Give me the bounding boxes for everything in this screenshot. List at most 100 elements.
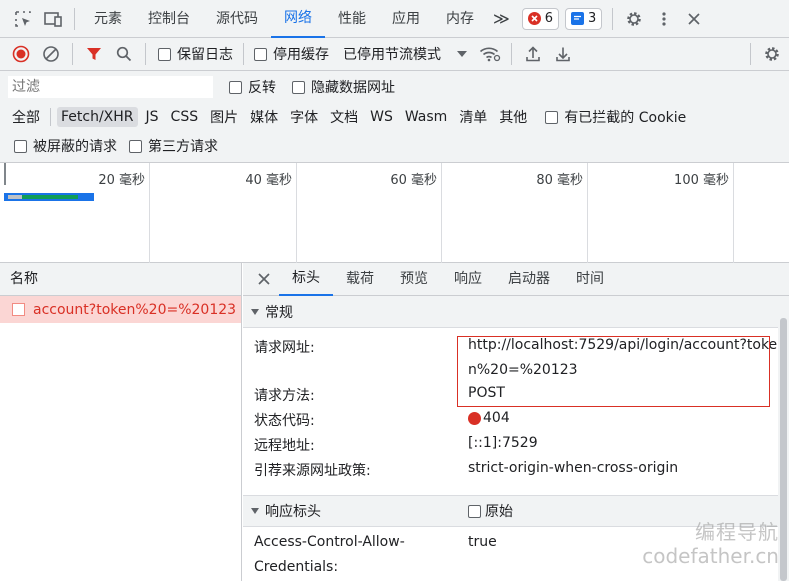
record-stop-icon[interactable] <box>6 39 36 69</box>
divider <box>74 7 75 30</box>
timeline-label: 40 毫秒 <box>245 173 292 188</box>
acac-header-label-line2: Credentials: <box>254 559 339 575</box>
watermark-domain: codefather.cn <box>642 544 779 568</box>
divider <box>243 43 244 65</box>
tab-response[interactable]: 响应 <box>441 263 495 296</box>
close-details-icon[interactable] <box>249 264 279 294</box>
type-filter-font[interactable]: 字体 <box>286 105 322 129</box>
inspect-element-icon[interactable] <box>8 4 38 34</box>
checkbox-box[interactable] <box>129 139 142 153</box>
error-count-badge[interactable]: 6 <box>521 7 560 30</box>
checkbox-box[interactable] <box>292 80 305 94</box>
checkbox-box[interactable] <box>229 80 242 94</box>
device-toolbar-icon[interactable] <box>38 4 68 34</box>
network-overview-timeline[interactable]: 20 毫秒 40 毫秒 60 毫秒 80 毫秒 100 毫秒 <box>0 163 789 263</box>
tab-payload[interactable]: 载荷 <box>333 263 387 296</box>
request-url-label: 请求网址: <box>254 340 315 356</box>
response-headers-title: 响应标头 <box>265 504 321 520</box>
status-code-row: 状态代码: 404 <box>243 410 778 434</box>
filter-input[interactable] <box>8 76 213 98</box>
status-error-dot-icon <box>468 411 481 425</box>
close-devtools-icon[interactable] <box>679 4 709 34</box>
checkbox-box[interactable] <box>158 47 171 61</box>
request-name: account?token%20=%20123 <box>33 301 237 318</box>
name-column-header[interactable]: 名称 <box>0 263 241 296</box>
general-section-header[interactable]: 常规 <box>243 296 789 328</box>
type-filter-img[interactable]: 图片 <box>206 105 242 129</box>
type-filter-js[interactable]: JS <box>142 107 163 127</box>
disable-cache-checkbox[interactable]: 停用缓存 <box>254 44 329 64</box>
third-party-checkbox[interactable]: 第三方请求 <box>129 136 218 156</box>
tab-application[interactable]: 应用 <box>379 0 433 38</box>
request-row[interactable]: account?token%20=%20123 <box>0 296 241 323</box>
settings-gear-icon[interactable] <box>619 4 649 34</box>
divider <box>145 43 146 65</box>
hide-data-urls-checkbox[interactable]: 隐藏数据网址 <box>292 77 395 97</box>
filter-row-1: 反转 隐藏数据网址 <box>0 75 789 99</box>
acac-header-label-line1: Access-Control-Allow- <box>254 534 405 550</box>
timeline-label: 80 毫秒 <box>536 173 583 188</box>
tab-initiator[interactable]: 启动器 <box>495 263 563 296</box>
tab-preview[interactable]: 预览 <box>387 263 441 296</box>
watermark-title: 编程导航 <box>695 520 779 544</box>
timeline-label: 100 毫秒 <box>674 173 729 188</box>
remote-address-row: 远程地址: [::1]:7529 <box>243 435 778 459</box>
raw-headers-checkbox[interactable]: 原始 <box>468 501 513 521</box>
tab-memory[interactable]: 内存 <box>433 0 487 38</box>
checkbox-box[interactable] <box>14 139 27 153</box>
tab-timing[interactable]: 时间 <box>563 263 617 296</box>
tab-console[interactable]: 控制台 <box>135 0 203 38</box>
checkbox-box[interactable] <box>254 47 267 61</box>
type-filter-all[interactable]: 全部 <box>8 105 44 129</box>
type-filter-wasm[interactable]: Wasm <box>401 107 451 127</box>
dropdown-arrow-icon <box>457 46 467 62</box>
remote-address-value: [::1]:7529 <box>468 435 538 451</box>
tab-headers[interactable]: 标头 <box>279 263 333 296</box>
throttling-select[interactable]: 已停用节流模式 <box>343 44 467 64</box>
type-filter-fetch-xhr[interactable]: Fetch/XHR <box>57 107 138 127</box>
status-code-value-wrap: 404 <box>468 410 510 426</box>
checkbox-box[interactable] <box>468 504 481 518</box>
timeline-label: 20 毫秒 <box>98 173 145 188</box>
message-count-badge[interactable]: 3 <box>565 7 603 30</box>
request-timing-wait-bar <box>22 195 78 199</box>
type-filter-other[interactable]: 其他 <box>495 105 531 129</box>
throttling-value: 已停用节流模式 <box>343 47 441 63</box>
more-tabs-button[interactable]: ≫ <box>487 0 516 38</box>
tab-performance[interactable]: 性能 <box>325 0 379 38</box>
tab-elements[interactable]: 元素 <box>81 0 135 38</box>
details-scrollbar[interactable] <box>778 318 789 581</box>
clear-log-icon[interactable] <box>36 39 66 69</box>
search-icon[interactable] <box>109 39 139 69</box>
timeline-column: 60 毫秒 <box>297 163 442 263</box>
type-filter-ws[interactable]: WS <box>366 107 397 127</box>
general-section-title: 常规 <box>265 304 293 321</box>
scrollbar-thumb[interactable] <box>780 318 787 581</box>
preserve-log-checkbox[interactable]: 保留日志 <box>158 44 233 64</box>
timeline-start-marker <box>4 163 6 185</box>
timeline-column: 40 毫秒 <box>150 163 297 263</box>
timeline-column: 100 毫秒 <box>588 163 734 263</box>
error-icon <box>527 12 541 25</box>
status-code-value: 404 <box>483 410 510 426</box>
tab-network[interactable]: 网络 <box>271 0 325 38</box>
tab-sources[interactable]: 源代码 <box>203 0 271 38</box>
preserve-log-label: 保留日志 <box>177 47 233 63</box>
details-tabs: 标头 载荷 预览 响应 启动器 时间 <box>243 263 789 296</box>
third-party-label: 第三方请求 <box>148 139 218 155</box>
type-filter-doc[interactable]: 文档 <box>326 105 362 129</box>
blocked-requests-checkbox[interactable]: 被屏蔽的请求 <box>14 136 117 156</box>
more-options-icon[interactable] <box>649 4 679 34</box>
invert-checkbox[interactable]: 反转 <box>229 77 276 97</box>
network-conditions-wifi-icon[interactable] <box>475 39 505 69</box>
import-har-upload-icon[interactable] <box>518 39 548 69</box>
export-har-download-icon[interactable] <box>548 39 578 69</box>
type-filter-css[interactable]: CSS <box>167 107 203 127</box>
network-settings-gear-icon[interactable] <box>757 39 787 69</box>
filter-funnel-icon[interactable] <box>79 39 109 69</box>
type-filter-manifest[interactable]: 清单 <box>455 105 491 129</box>
blocked-cookies-checkbox[interactable]: 有已拦截的 Cookie <box>545 107 686 127</box>
type-filter-media[interactable]: 媒体 <box>246 105 282 129</box>
request-method-row: 请求方法: POST <box>243 385 778 409</box>
checkbox-box[interactable] <box>545 110 559 124</box>
